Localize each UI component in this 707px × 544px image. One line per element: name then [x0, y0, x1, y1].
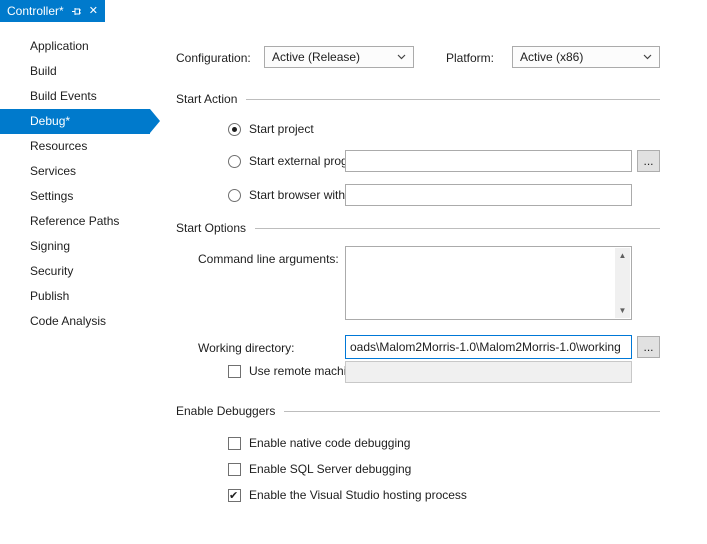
enable-native-debugging-label: Enable native code debugging: [249, 436, 410, 450]
enable-hosting-process-label: Enable the Visual Studio hosting process: [249, 488, 467, 502]
sidebar-item-services[interactable]: Services: [0, 159, 150, 184]
tab-title: Controller*: [7, 4, 64, 18]
section-title: Enable Debuggers: [176, 404, 275, 418]
remote-machine-input: [345, 361, 632, 383]
working-directory-label: Working directory:: [198, 341, 294, 355]
sidebar-item-label: Signing: [30, 239, 70, 253]
sidebar: Application Build Build Events Debug* Re…: [0, 34, 170, 334]
section-divider: [246, 99, 660, 100]
sidebar-item-publish[interactable]: Publish: [0, 284, 150, 309]
start-browser-input[interactable]: [345, 184, 632, 206]
checkbox-icon[interactable]: [228, 365, 241, 378]
sidebar-item-debug[interactable]: Debug*: [0, 109, 150, 134]
vertical-scrollbar[interactable]: ▲ ▼: [615, 248, 630, 318]
scroll-down-icon[interactable]: ▼: [619, 303, 627, 318]
sidebar-item-label: Application: [30, 39, 89, 53]
sidebar-item-settings[interactable]: Settings: [0, 184, 150, 209]
start-external-input[interactable]: [345, 150, 632, 172]
pin-icon[interactable]: [71, 6, 82, 17]
sidebar-item-code-analysis[interactable]: Code Analysis: [0, 309, 150, 334]
section-title: Start Options: [176, 221, 246, 235]
sidebar-item-build[interactable]: Build: [0, 59, 150, 84]
command-line-arguments-input[interactable]: ▲ ▼: [345, 246, 632, 320]
tab-controller[interactable]: Controller* ✕: [0, 0, 105, 22]
configuration-label: Configuration:: [176, 51, 251, 65]
sidebar-item-label: Reference Paths: [30, 214, 119, 228]
checkbox-icon[interactable]: [228, 489, 241, 502]
sidebar-item-label: Security: [30, 264, 73, 278]
sidebar-item-signing[interactable]: Signing: [0, 234, 150, 259]
sidebar-item-application[interactable]: Application: [0, 34, 150, 59]
tab-bar: Controller* ✕: [0, 0, 707, 22]
platform-dropdown[interactable]: Active (x86): [512, 46, 660, 68]
platform-label: Platform:: [446, 51, 494, 65]
sidebar-item-reference-paths[interactable]: Reference Paths: [0, 209, 150, 234]
enable-hosting-process-checkbox-row[interactable]: Enable the Visual Studio hosting process: [228, 488, 467, 502]
enable-sql-debugging-label: Enable SQL Server debugging: [249, 462, 411, 476]
sidebar-item-label: Publish: [30, 289, 69, 303]
scroll-up-icon[interactable]: ▲: [619, 248, 627, 263]
start-project-radio-row[interactable]: Start project: [228, 122, 314, 136]
start-options-section-header: Start Options: [176, 221, 660, 235]
sidebar-item-build-events[interactable]: Build Events: [0, 84, 150, 109]
radio-icon[interactable]: [228, 155, 241, 168]
chevron-down-icon: [643, 54, 652, 60]
close-icon[interactable]: ✕: [89, 6, 98, 17]
start-action-section-header: Start Action: [176, 92, 660, 106]
start-project-label: Start project: [249, 122, 314, 136]
selection-arrow-icon: [150, 109, 160, 133]
enable-native-debugging-checkbox-row[interactable]: Enable native code debugging: [228, 436, 410, 450]
sidebar-item-label: Resources: [30, 139, 87, 153]
browse-working-directory-button[interactable]: ...: [637, 336, 660, 358]
sidebar-item-label: Settings: [30, 189, 73, 203]
radio-icon[interactable]: [228, 123, 241, 136]
configuration-dropdown[interactable]: Active (Release): [264, 46, 414, 68]
section-divider: [284, 411, 660, 412]
radio-icon[interactable]: [228, 189, 241, 202]
platform-value: Active (x86): [520, 50, 583, 64]
command-line-arguments-label: Command line arguments:: [198, 252, 339, 266]
enable-debuggers-section-header: Enable Debuggers: [176, 404, 660, 418]
sidebar-item-label: Build: [30, 64, 57, 78]
sidebar-item-security[interactable]: Security: [0, 259, 150, 284]
sidebar-item-label: Build Events: [30, 89, 97, 103]
configuration-value: Active (Release): [272, 50, 360, 64]
use-remote-machine-checkbox-row[interactable]: Use remote machine: [228, 364, 360, 378]
checkbox-icon[interactable]: [228, 463, 241, 476]
section-divider: [255, 228, 660, 229]
use-remote-machine-label: Use remote machine: [249, 364, 360, 378]
chevron-down-icon: [397, 54, 406, 60]
enable-sql-debugging-checkbox-row[interactable]: Enable SQL Server debugging: [228, 462, 411, 476]
sidebar-item-label: Debug*: [30, 114, 70, 128]
working-directory-input[interactable]: [345, 335, 632, 359]
browse-external-button[interactable]: ...: [637, 150, 660, 172]
sidebar-item-label: Services: [30, 164, 76, 178]
sidebar-item-label: Code Analysis: [30, 314, 106, 328]
sidebar-item-resources[interactable]: Resources: [0, 134, 150, 159]
section-title: Start Action: [176, 92, 237, 106]
checkbox-icon[interactable]: [228, 437, 241, 450]
